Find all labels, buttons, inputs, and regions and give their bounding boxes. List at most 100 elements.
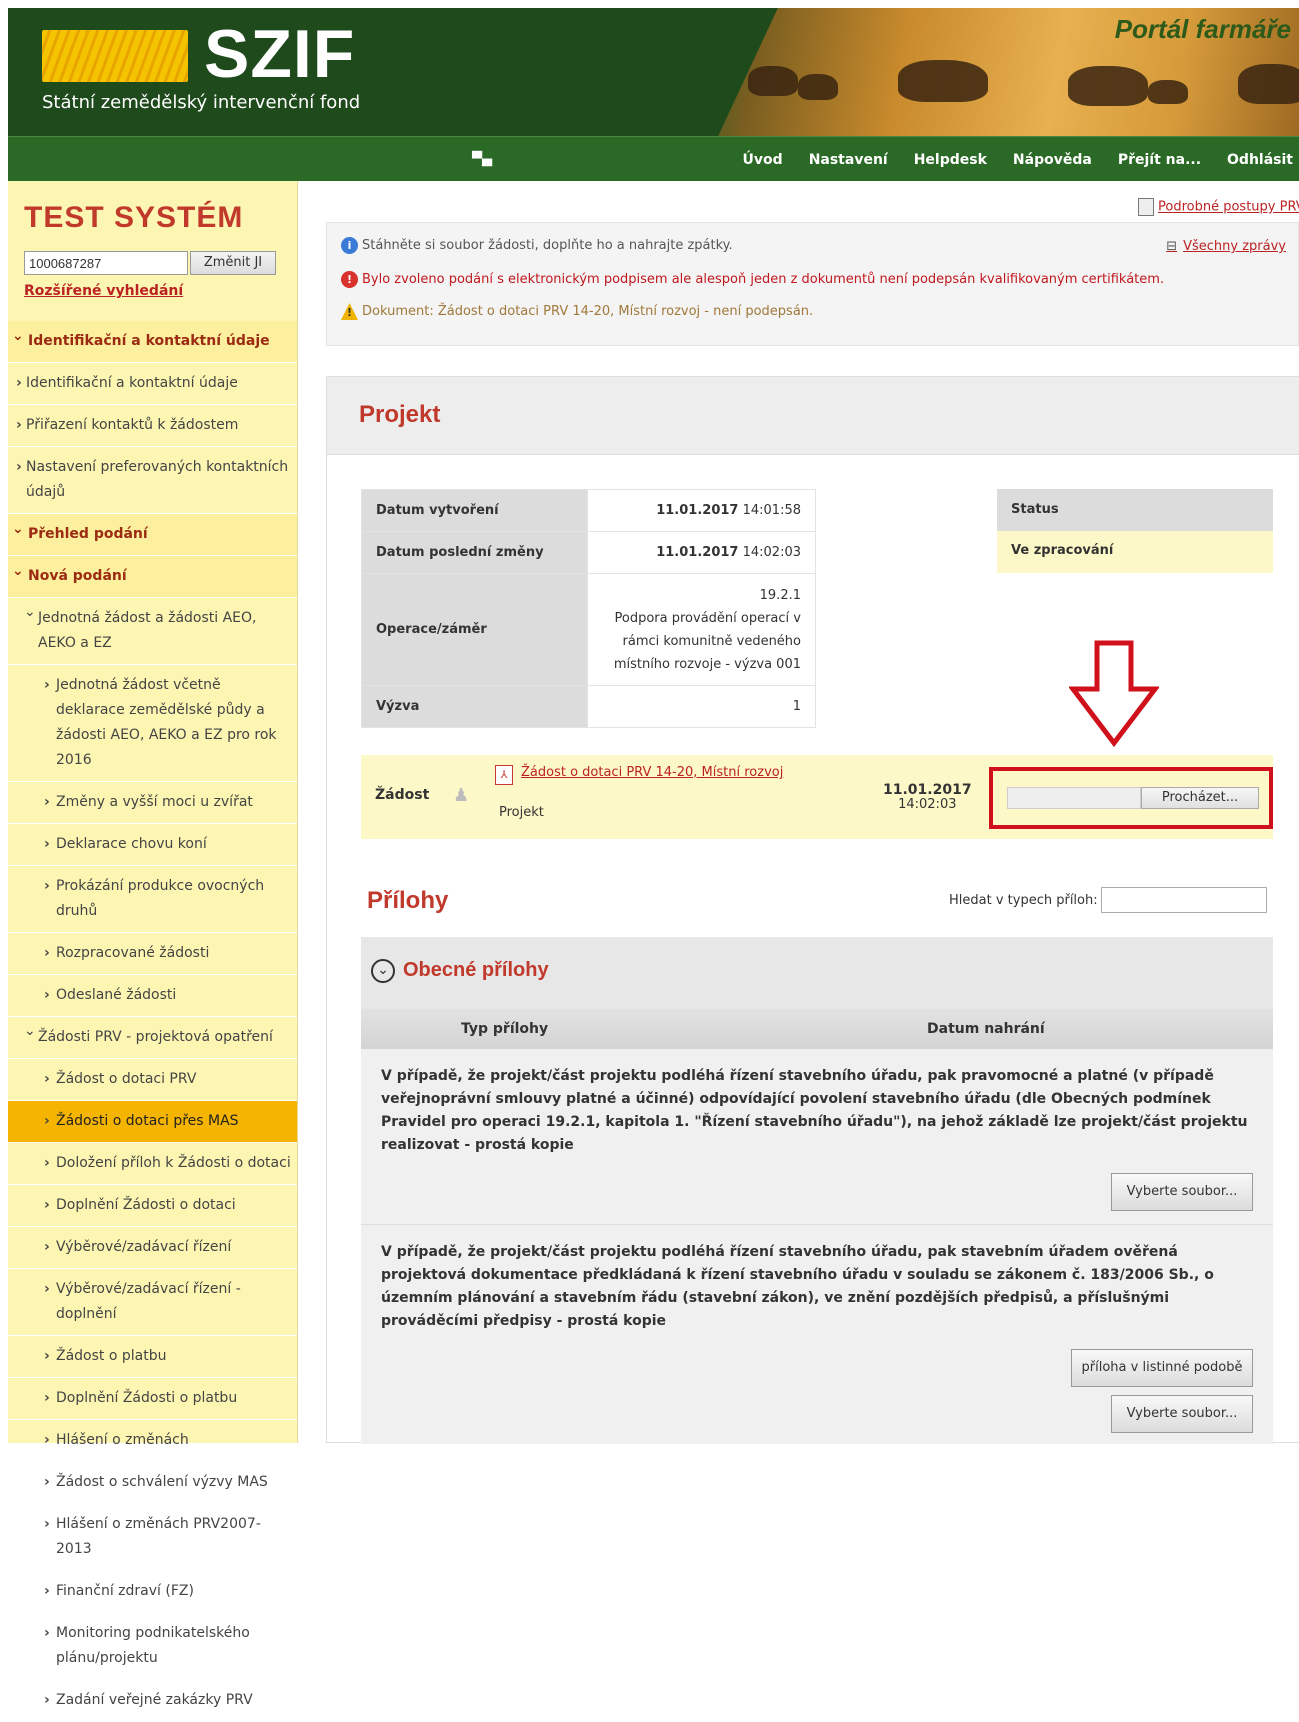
project-panel-header bbox=[327, 377, 1299, 455]
sidebar-menu: Identifikační a kontaktní údajeIdentifik… bbox=[8, 321, 297, 1722]
sidebar-item[interactable]: Nastavení preferovaných kontaktních údaj… bbox=[8, 447, 297, 514]
status-value: Ve zpracování bbox=[997, 531, 1273, 573]
sidebar-item[interactable]: Hlášení o změnách bbox=[8, 1420, 297, 1462]
top-nav: ▀▄ Úvod Nastavení Helpdesk Nápověda Přej… bbox=[8, 136, 1299, 181]
request-date: 11.01.2017 14:02:03 bbox=[883, 783, 972, 812]
created-time: 14:01:58 bbox=[742, 503, 801, 518]
sidebar-item[interactable]: Nová podání bbox=[8, 556, 297, 598]
project-panel: Projekt Datum vytvoření 11.01.2017 14:01… bbox=[326, 376, 1299, 1444]
sidebar-item[interactable]: Výběrové/zadávací řízení - doplnění bbox=[8, 1269, 297, 1336]
collapse-icon: ⊟ bbox=[1166, 239, 1178, 254]
sidebar-item[interactable]: Jednotná žádost a žádosti AEO, AEKO a EZ bbox=[8, 598, 297, 665]
sidebar-item[interactable]: Žádost o platbu bbox=[8, 1336, 297, 1378]
sidebar-item[interactable]: Žádosti PRV - projektová opatření bbox=[8, 1017, 297, 1059]
request-row: Žádost ♟ ⅄ Žádost o dotaci PRV 14-20, Mí… bbox=[361, 755, 1273, 839]
select-file-button[interactable]: Vyberte soubor... bbox=[1111, 1173, 1253, 1211]
all-messages-label: Všechny zprávy bbox=[1183, 239, 1286, 254]
nav-prejit-na[interactable]: Přejít na... bbox=[1118, 152, 1201, 168]
help-procedures-link[interactable]: Podrobné postupy PRV bbox=[1138, 198, 1299, 216]
status-box: Status Ve zpracování bbox=[997, 489, 1273, 573]
info-icon: i bbox=[341, 237, 358, 254]
general-attachments-header[interactable]: ⌄ Obecné přílohy bbox=[361, 937, 1273, 1009]
sidebar-item[interactable]: Jednotná žádost včetně deklarace zeměděl… bbox=[8, 665, 297, 782]
changed-time: 14:02:03 bbox=[742, 545, 801, 560]
help-procedures-label: Podrobné postupy PRV bbox=[1158, 199, 1299, 215]
sidebar-item[interactable]: Doplnění Žádosti o dotaci bbox=[8, 1185, 297, 1227]
created-label: Datum vytvoření bbox=[361, 489, 588, 532]
changed-value: 11.01.2017 14:02:03 bbox=[587, 531, 816, 574]
col-date: Datum nahrání bbox=[927, 1021, 1045, 1037]
changed-label: Datum poslední změny bbox=[361, 531, 588, 574]
attachments-search-input[interactable] bbox=[1101, 887, 1267, 913]
message-warning-text: Dokument: Žádost o dotaci PRV 14-20, Mís… bbox=[362, 304, 814, 319]
browse-button[interactable]: Procházet... bbox=[1141, 787, 1259, 809]
sidebar-item[interactable]: Zadání veřejné zakázky PRV bbox=[8, 1680, 297, 1722]
created-date: 11.01.2017 bbox=[656, 503, 739, 518]
sidebar-item[interactable]: Výběrové/zadávací řízení bbox=[8, 1227, 297, 1269]
message-warning: ! Dokument: Žádost o dotaci PRV 14-20, Mí… bbox=[341, 303, 813, 320]
request-type: Projekt bbox=[499, 805, 544, 820]
request-date-value: 11.01.2017 bbox=[883, 782, 972, 798]
sidebar-item[interactable]: Doložení příloh k Žádosti o dotaci bbox=[8, 1143, 297, 1185]
nav-helpdesk[interactable]: Helpdesk bbox=[914, 152, 987, 168]
operation-value: 19.2.1 Podpora provádění operací v rámci … bbox=[587, 573, 816, 686]
sidebar-item[interactable]: Změny a vyšší moci u zvířat bbox=[8, 782, 297, 824]
paper-attachment-button[interactable]: příloha v listinné podobě bbox=[1071, 1349, 1253, 1387]
request-label: Žádost bbox=[375, 787, 430, 803]
collapse-chevron-icon[interactable]: ⌄ bbox=[371, 959, 395, 983]
language-flag-icon[interactable]: ▀▄ bbox=[472, 152, 492, 167]
nav-nastaveni[interactable]: Nastavení bbox=[809, 152, 888, 168]
warning-icon: ! bbox=[341, 303, 358, 320]
logo-subtitle: Státní zemědělský intervenční fond bbox=[42, 92, 361, 113]
attachment-row: V případě, že projekt/část projektu podl… bbox=[361, 1225, 1273, 1445]
nav-napoveda[interactable]: Nápověda bbox=[1013, 152, 1092, 168]
sidebar-item[interactable]: Žádost o schválení výzvy MAS bbox=[8, 1462, 297, 1504]
operation-code: 19.2.1 bbox=[759, 587, 801, 603]
logo-text[interactable]: SZIF bbox=[204, 20, 355, 88]
nav-uvod[interactable]: Úvod bbox=[743, 152, 783, 168]
sidebar-item[interactable]: Hlášení o změnách PRV2007-2013 bbox=[8, 1504, 297, 1571]
col-type: Typ přílohy bbox=[461, 1021, 549, 1037]
sidebar-item[interactable]: Identifikační a kontaktní údaje bbox=[8, 321, 297, 363]
created-value: 11.01.2017 14:01:58 bbox=[587, 489, 816, 532]
general-attachments: ⌄ Obecné přílohy Typ přílohy Datum nahrá… bbox=[361, 937, 1273, 1444]
szif-logo-icon[interactable] bbox=[42, 30, 188, 82]
attachment-row-text: V případě, že projekt/část projektu podl… bbox=[381, 1244, 1214, 1329]
sidebar: TEST SYSTÉM Změnit JI Rozšířené vyhledán… bbox=[8, 181, 298, 1722]
sidebar-item[interactable]: Přehled podání bbox=[8, 514, 297, 556]
attachments-columns: Typ přílohy Datum nahrání bbox=[361, 1009, 1273, 1049]
select-file-button[interactable]: Vyberte soubor... bbox=[1111, 1395, 1253, 1433]
sidebar-item[interactable]: Prokázání produkce ovocných druhů bbox=[8, 866, 297, 933]
attachment-row: V případě, že projekt/část projektu podl… bbox=[361, 1049, 1273, 1225]
message-info-text: Stáhněte si soubor žádosti, doplňte ho a… bbox=[362, 238, 733, 253]
messages-box: ⊟ Všechny zprávy i Stáhněte si soubor žádo… bbox=[326, 222, 1299, 346]
upload-file-field[interactable] bbox=[1007, 787, 1141, 809]
change-id-button[interactable]: Změnit JI bbox=[190, 251, 276, 275]
sidebar-item[interactable]: Doplnění Žádosti o platbu bbox=[8, 1378, 297, 1420]
sidebar-item[interactable]: Rozpracované žádosti bbox=[8, 933, 297, 975]
sidebar-item[interactable]: Identifikační a kontaktní údaje bbox=[8, 363, 297, 405]
attachments-title: Přílohy bbox=[367, 887, 449, 914]
call-value: 1 bbox=[587, 685, 816, 728]
upload-highlight-box: Procházet... bbox=[989, 767, 1273, 829]
message-info: i Stáhněte si soubor žádosti, doplňte ho … bbox=[341, 237, 733, 254]
call-label: Výzva bbox=[361, 685, 588, 728]
site-header: SZIF Státní zemědělský intervenční fond … bbox=[8, 8, 1299, 136]
nav-odhlasit[interactable]: Odhlásit bbox=[1227, 152, 1293, 168]
sidebar-item[interactable]: Finanční zdraví (FZ) bbox=[8, 1571, 297, 1613]
error-icon: ! bbox=[341, 271, 358, 288]
id-input[interactable] bbox=[24, 251, 188, 275]
request-file-link[interactable]: Žádost o dotaci PRV 14-20, Místní rozvoj bbox=[521, 765, 783, 780]
all-messages-link[interactable]: ⊟ Všechny zprávy bbox=[1166, 239, 1286, 254]
sidebar-item[interactable]: Deklarace chovu koní bbox=[8, 824, 297, 866]
sidebar-item[interactable]: Žádosti o dotaci přes MAS bbox=[8, 1101, 297, 1143]
advanced-search-link[interactable]: Rozšířené vyhledání bbox=[24, 283, 183, 299]
operation-text: Podpora provádění operací v rámci komuni… bbox=[613, 610, 801, 672]
sidebar-item[interactable]: Odeslané žádosti bbox=[8, 975, 297, 1017]
sidebar-item[interactable]: Žádost o dotaci PRV bbox=[8, 1059, 297, 1101]
sidebar-item[interactable]: Monitoring podnikatelského plánu/projekt… bbox=[8, 1613, 297, 1680]
pdf-icon: ⅄ bbox=[495, 765, 513, 785]
message-error-text: Bylo zvoleno podání s elektronickým podp… bbox=[362, 272, 1165, 287]
request-time-value: 14:02:03 bbox=[898, 797, 957, 812]
sidebar-item[interactable]: Přiřazení kontaktů k žádostem bbox=[8, 405, 297, 447]
